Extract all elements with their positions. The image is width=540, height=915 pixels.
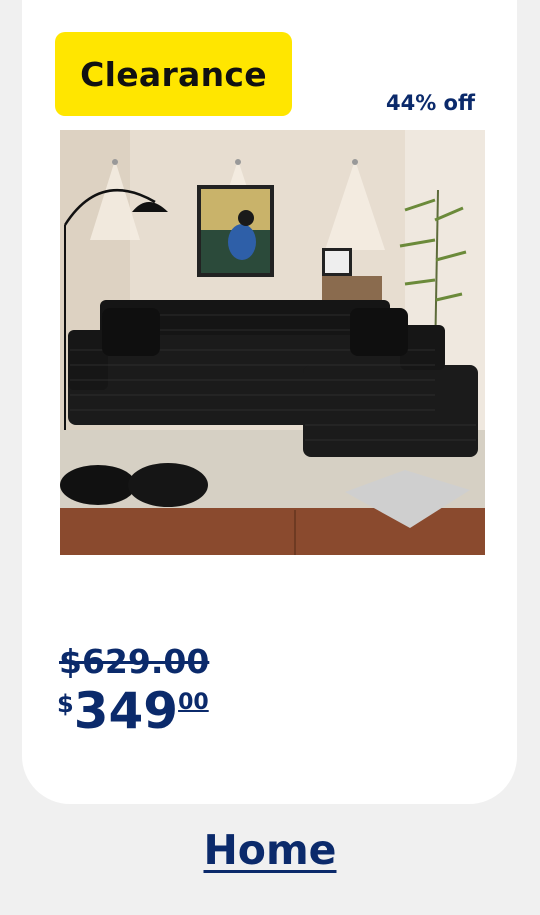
price-cents: 00 xyxy=(178,690,209,715)
category-link-home[interactable]: Home xyxy=(0,826,540,874)
current-price: $ 349 00 xyxy=(57,682,209,740)
product-image[interactable] xyxy=(60,130,485,555)
currency-symbol: $ xyxy=(57,690,74,718)
clearance-badge: Clearance xyxy=(55,32,292,116)
discount-label: 44% off xyxy=(385,91,475,115)
price-dollars: 349 xyxy=(73,682,179,740)
sofa-photo xyxy=(60,130,485,555)
was-price: $629.00 xyxy=(59,642,210,681)
product-card[interactable]: Clearance 44% off $629.00 $ 349 00 xyxy=(22,0,517,804)
